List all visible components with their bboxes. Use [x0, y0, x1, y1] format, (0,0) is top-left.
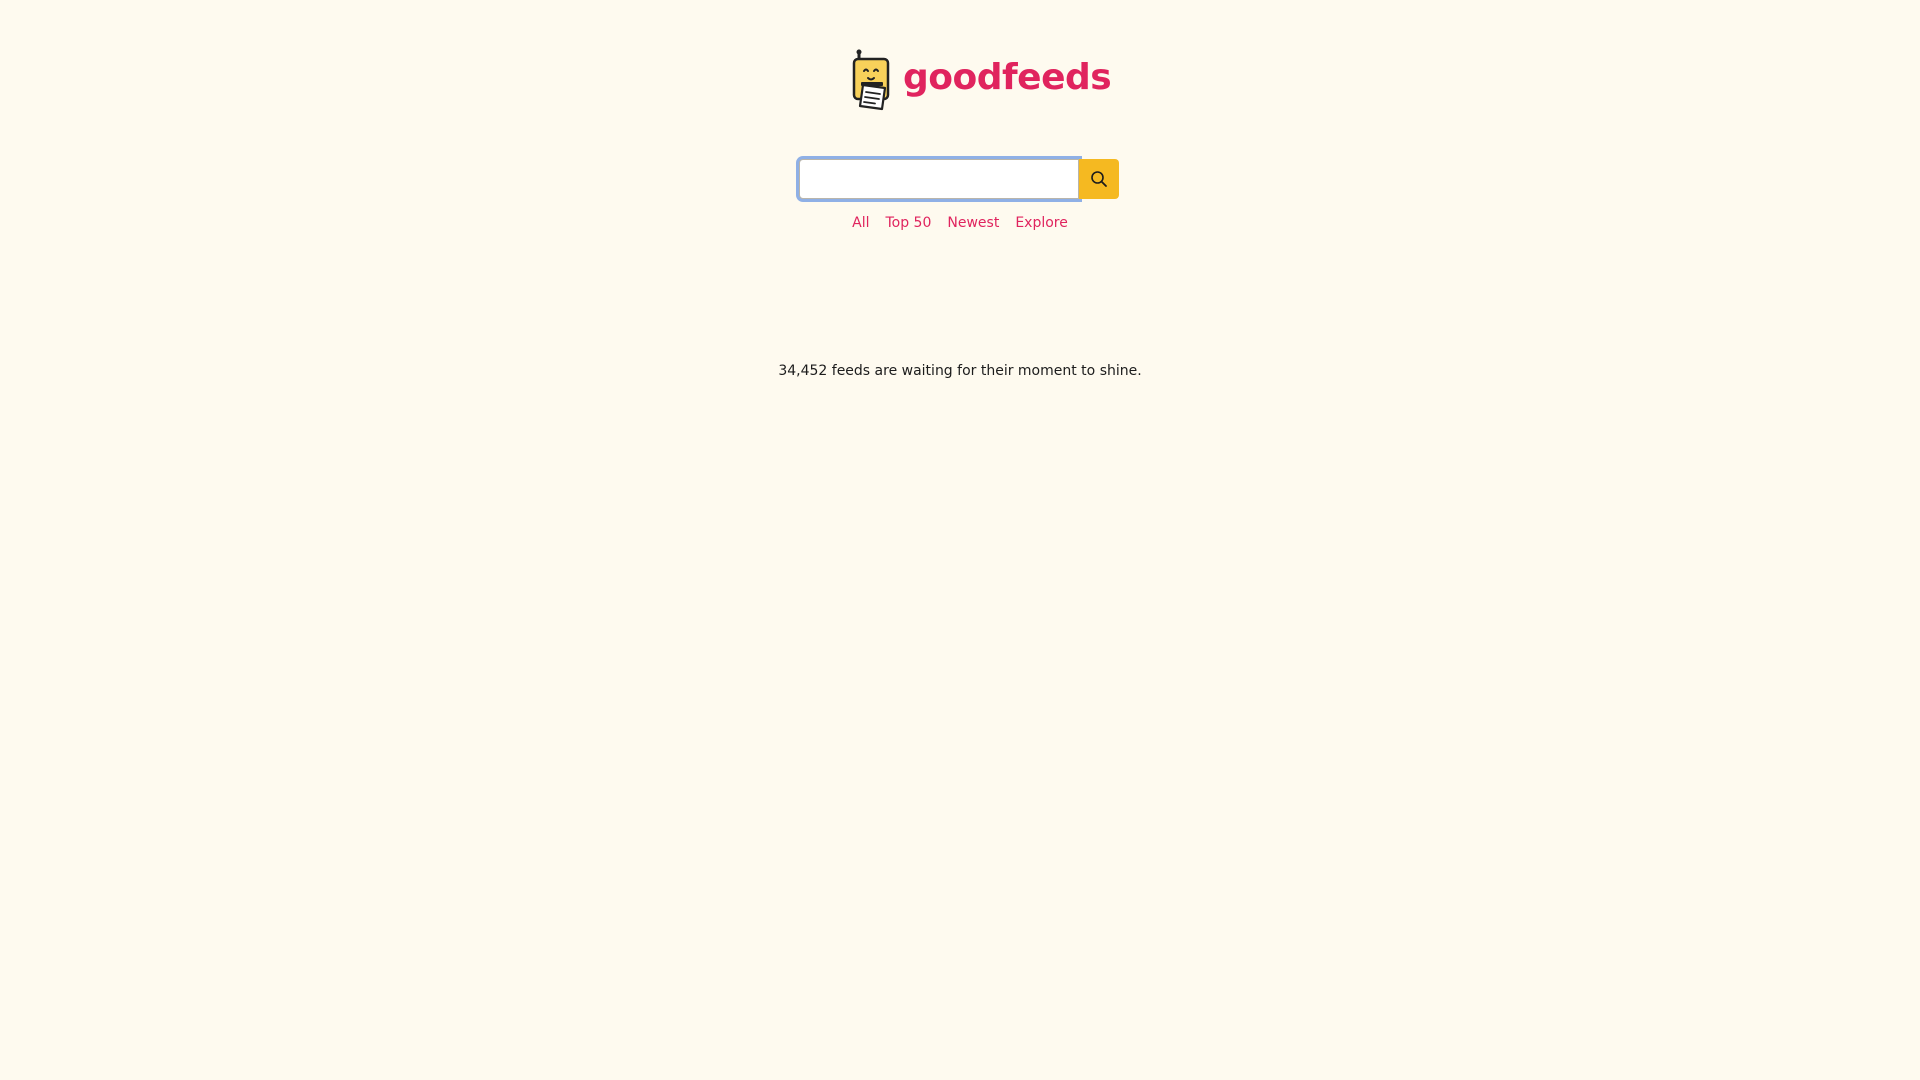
nav-link-newest[interactable]: Newest [947, 212, 999, 234]
search-icon [1091, 171, 1107, 187]
search-button[interactable] [1079, 159, 1119, 199]
site-logo-link[interactable]: goodfeeds [851, 49, 1112, 111]
nav-link-all[interactable]: All [852, 212, 869, 234]
feed-nav: All Top 50 Newest Explore [0, 212, 1920, 234]
search-form [799, 159, 1119, 199]
home-page: goodfeeds All Top 50 Newest Explore 34,4… [0, 0, 1920, 1080]
tagline-text: feeds are waiting for their moment to sh… [827, 363, 1142, 379]
feed-count: 34,452 [778, 363, 828, 379]
feed-count-tagline: 34,452 feeds are waiting for their momen… [0, 360, 1920, 382]
nav-link-top-50[interactable]: Top 50 [885, 212, 931, 234]
site-logo-text: goodfeeds [903, 57, 1112, 98]
nav-link-explore[interactable]: Explore [1015, 212, 1068, 234]
robot-mascot-icon [852, 49, 890, 111]
search-input[interactable] [799, 159, 1079, 199]
